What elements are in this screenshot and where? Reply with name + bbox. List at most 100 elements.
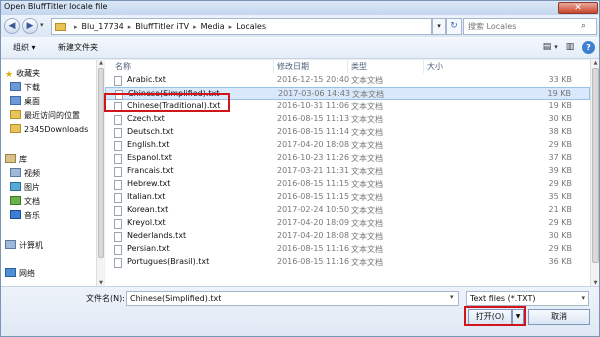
file-date: 2017-02-24 10:50 <box>277 205 350 214</box>
column-header-size[interactable]: 大小 <box>427 61 443 72</box>
table-row[interactable]: Nederlands.txt 2017-04-20 18:08 文本文档 30 KB <box>105 230 590 243</box>
file-name: Deutsch.txt <box>127 127 174 136</box>
table-row-selected[interactable]: Chinese(Simplified).txt 2017-03-06 14:43 文… <box>105 87 590 100</box>
column-header-type[interactable]: 类型 <box>351 61 367 72</box>
refresh-icon[interactable]: ↻ <box>446 18 462 35</box>
nav-item-2345downloads[interactable]: 2345Downloads <box>10 124 88 136</box>
file-size: 39 KB <box>548 166 572 175</box>
file-name: Portugues(Brasil).txt <box>127 257 210 266</box>
file-type: 文本文档 <box>351 76 383 85</box>
nav-scrollbar[interactable]: ▲ ▼ <box>96 60 104 286</box>
nav-item-favorites[interactable]: ★ 收藏夹 <box>5 68 40 80</box>
star-icon: ★ <box>5 70 14 80</box>
nav-item-network[interactable]: 网络 <box>5 268 35 280</box>
table-row[interactable]: Persian.txt 2016-08-15 11:16 文本文档 29 KB <box>105 243 590 256</box>
nav-item-pictures[interactable]: 图片 <box>10 182 40 194</box>
table-row[interactable]: Korean.txt 2017-02-24 10:50 文本文档 21 KB <box>105 204 590 217</box>
nav-item-libraries[interactable]: 库 <box>5 154 27 166</box>
open-button[interactable]: 打开(O) <box>468 309 512 325</box>
file-name: Korean.txt <box>127 205 169 214</box>
recent-places-icon <box>10 110 21 119</box>
view-options-dropdown-icon[interactable]: ▾ <box>552 40 560 55</box>
table-row[interactable]: English.txt 2017-04-20 18:08 文本文档 29 KB <box>105 139 590 152</box>
search-input[interactable] <box>463 18 597 35</box>
text-file-icon <box>114 102 122 112</box>
nav-item-computer[interactable]: 计算机 <box>5 240 43 252</box>
forward-button[interactable]: ▶ <box>22 18 38 34</box>
file-name: English.txt <box>127 140 170 149</box>
nav-item-documents[interactable]: 文档 <box>10 196 40 208</box>
breadcrumb-separator[interactable]: ▸ <box>229 23 233 31</box>
file-name: Espanol.txt <box>127 153 172 162</box>
file-size: 35 KB <box>548 192 572 201</box>
file-type-select[interactable]: Text files (*.TXT) ▾ <box>466 291 589 306</box>
file-date: 2017-04-20 18:08 <box>277 231 350 240</box>
table-row[interactable]: Espanol.txt 2016-10-23 11:26 文本文档 37 KB <box>105 152 590 165</box>
table-row[interactable]: Hebrew.txt 2016-08-15 11:15 文本文档 29 KB <box>105 178 590 191</box>
column-divider[interactable] <box>347 60 348 73</box>
recent-pages-dropdown-icon[interactable]: ▾ <box>40 21 44 29</box>
breadcrumb[interactable]: ▸ Blu_17734 ▸ BluffTitler iTV ▸ Media ▸ … <box>51 18 432 35</box>
nav-item-label: 下载 <box>24 83 40 92</box>
breadcrumb-item[interactable]: Blu_17734 <box>82 22 124 31</box>
file-type-selected: Text files (*.TXT) <box>470 294 536 303</box>
scroll-thumb[interactable] <box>98 68 104 258</box>
music-library-icon <box>10 210 21 219</box>
breadcrumb-item[interactable]: BluffTitler iTV <box>135 22 189 31</box>
table-row[interactable]: Kreyol.txt 2017-04-20 18:09 文本文档 29 KB <box>105 217 590 230</box>
file-type: 文本文档 <box>351 141 383 150</box>
breadcrumb-separator[interactable]: ▸ <box>128 23 132 31</box>
nav-item-label: 文档 <box>24 197 40 206</box>
scroll-up-icon[interactable]: ▲ <box>97 60 105 66</box>
nav-item-videos[interactable]: 视频 <box>10 168 40 180</box>
column-header-name[interactable]: 名称 <box>115 61 131 72</box>
column-divider[interactable] <box>273 60 274 73</box>
file-date: 2016-08-15 11:14 <box>277 127 350 136</box>
breadcrumb-item[interactable]: Media <box>201 22 225 31</box>
nav-item-desktop[interactable]: 桌面 <box>10 96 40 108</box>
open-options-dropdown-icon[interactable]: ▼ <box>512 309 524 325</box>
table-row[interactable]: Portugues(Brasil).txt 2016-08-15 11:16 文本文… <box>105 256 590 269</box>
column-divider[interactable] <box>423 60 424 73</box>
table-row[interactable]: Italian.txt 2016-08-15 11:15 文本文档 35 KB <box>105 191 590 204</box>
table-row[interactable]: Deutsch.txt 2016-08-15 11:14 文本文档 38 KB <box>105 126 590 139</box>
breadcrumb-item-current[interactable]: Locales <box>236 22 266 31</box>
file-type: 文本文档 <box>351 128 383 137</box>
file-size: 29 KB <box>548 218 572 227</box>
table-row[interactable]: Chinese(Traditional).txt 2016-10-31 11:06… <box>105 100 590 113</box>
back-button[interactable]: ◀ <box>4 18 20 34</box>
toolbar: 组织 ▾ 新建文件夹 ▤ ▾ ▥ ? <box>1 37 599 59</box>
cancel-button[interactable]: 取消 <box>528 309 590 325</box>
scroll-up-icon[interactable]: ▲ <box>591 60 599 66</box>
breadcrumb-separator[interactable]: ▸ <box>74 23 78 31</box>
file-size: 29 KB <box>548 244 572 253</box>
table-row[interactable]: Francais.txt 2017-03-21 11:31 文本文档 39 KB <box>105 165 590 178</box>
preview-pane-icon[interactable]: ▥ <box>562 40 578 55</box>
new-folder-button[interactable]: 新建文件夹 <box>58 42 98 53</box>
table-row[interactable]: Czech.txt 2016-08-15 11:13 文本文档 30 KB <box>105 113 590 126</box>
file-type: 文本文档 <box>351 115 383 124</box>
organize-button[interactable]: 组织 ▾ <box>13 42 36 53</box>
file-type: 文本文档 <box>351 180 383 189</box>
file-list-scrollbar[interactable]: ▲ ▼ <box>590 60 599 286</box>
nav-item-downloads[interactable]: 下载 <box>10 82 40 94</box>
file-date: 2016-08-15 11:13 <box>277 114 350 123</box>
nav-item-label: 计算机 <box>19 241 43 250</box>
filename-input[interactable] <box>126 291 459 306</box>
file-size: 29 KB <box>548 179 572 188</box>
file-date: 2017-03-06 14:43 <box>278 89 351 98</box>
filename-dropdown-icon[interactable]: ▾ <box>450 293 454 301</box>
column-header-date[interactable]: 修改日期 <box>277 61 309 72</box>
scroll-thumb[interactable] <box>592 68 599 263</box>
table-row[interactable]: Arabic.txt 2016-12-15 20:40 文本文档 33 KB <box>105 74 590 87</box>
nav-item-music[interactable]: 音乐 <box>10 210 40 222</box>
file-type: 文本文档 <box>351 206 383 215</box>
breadcrumb-separator[interactable]: ▸ <box>193 23 197 31</box>
text-file-icon <box>114 232 122 242</box>
help-icon[interactable]: ? <box>582 41 595 54</box>
file-type: 文本文档 <box>352 90 384 99</box>
chevron-down-icon[interactable]: ▾ <box>581 294 585 302</box>
address-dropdown-button[interactable]: ▾ <box>432 18 446 35</box>
close-button[interactable]: ✕ <box>558 2 598 14</box>
nav-item-recent-places[interactable]: 最近访问的位置 <box>10 110 80 122</box>
